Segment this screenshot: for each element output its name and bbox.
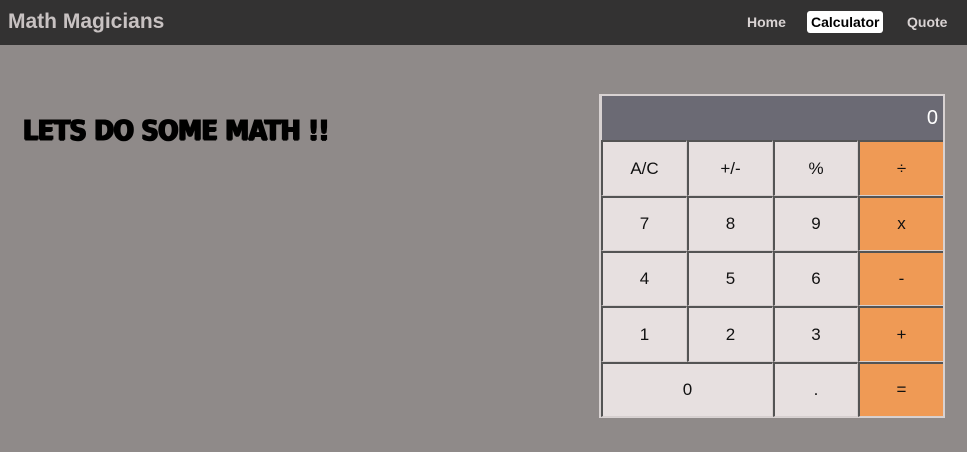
key-8[interactable]: 8	[687, 196, 773, 251]
calculator: 0 A/C +/- % ÷ 7 8 9 x 4 5 6 - 1 2 3 + 0 …	[599, 94, 945, 418]
page-headline: LETS DO SOME MATH !!	[23, 114, 330, 147]
key-add[interactable]: +	[858, 306, 943, 362]
calculator-display: 0	[602, 96, 943, 140]
nav-link-calculator[interactable]: Calculator	[807, 11, 884, 33]
nav-link-home[interactable]: Home	[743, 11, 790, 33]
key-4[interactable]: 4	[601, 251, 687, 306]
key-percent[interactable]: %	[773, 140, 858, 196]
key-clear[interactable]: A/C	[601, 140, 687, 196]
key-0[interactable]: 0	[601, 362, 773, 417]
key-multiply[interactable]: x	[858, 196, 943, 251]
key-9[interactable]: 9	[773, 196, 858, 251]
key-equals[interactable]: =	[858, 362, 943, 417]
key-2[interactable]: 2	[687, 306, 773, 362]
key-1[interactable]: 1	[601, 306, 687, 362]
key-subtract[interactable]: -	[858, 251, 943, 306]
nav-link-quote[interactable]: Quote	[903, 11, 951, 33]
key-6[interactable]: 6	[773, 251, 858, 306]
key-3[interactable]: 3	[773, 306, 858, 362]
key-decimal[interactable]: .	[773, 362, 858, 417]
key-divide[interactable]: ÷	[858, 140, 943, 196]
key-sign[interactable]: +/-	[687, 140, 773, 196]
navbar: Math Magicians Home Calculator Quote	[0, 0, 967, 45]
brand-title: Math Magicians	[8, 10, 165, 33]
key-7[interactable]: 7	[601, 196, 687, 251]
key-5[interactable]: 5	[687, 251, 773, 306]
